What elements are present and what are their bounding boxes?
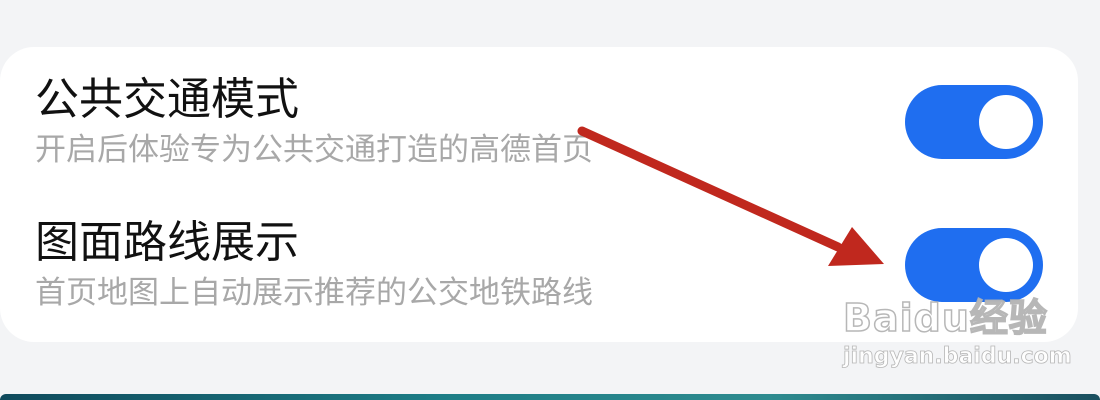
- setting-description: 开启后体验专为公共交通打造的高德首页: [35, 132, 593, 168]
- setting-title: 图面路线展示: [35, 217, 299, 268]
- setting-description: 首页地图上自动展示推荐的公交地铁路线: [35, 275, 593, 311]
- bottom-banner-image: [0, 394, 1100, 400]
- toggle-knob: [979, 95, 1033, 149]
- setting-row-map-route-display[interactable]: 图面路线展示 首页地图上自动展示推荐的公交地铁路线: [0, 215, 1078, 345]
- settings-card: 公共交通模式 开启后体验专为公共交通打造的高德首页 图面路线展示 首页地图上自动…: [0, 47, 1078, 342]
- toggle-knob: [979, 238, 1033, 292]
- setting-title: 公共交通模式: [35, 74, 299, 125]
- public-transit-mode-toggle[interactable]: [905, 85, 1043, 159]
- setting-row-public-transit-mode[interactable]: 公共交通模式 开启后体验专为公共交通打造的高德首页: [0, 72, 1078, 202]
- watermark-url: jingyan.baidu.com: [843, 344, 1072, 370]
- map-route-display-toggle[interactable]: [905, 228, 1043, 302]
